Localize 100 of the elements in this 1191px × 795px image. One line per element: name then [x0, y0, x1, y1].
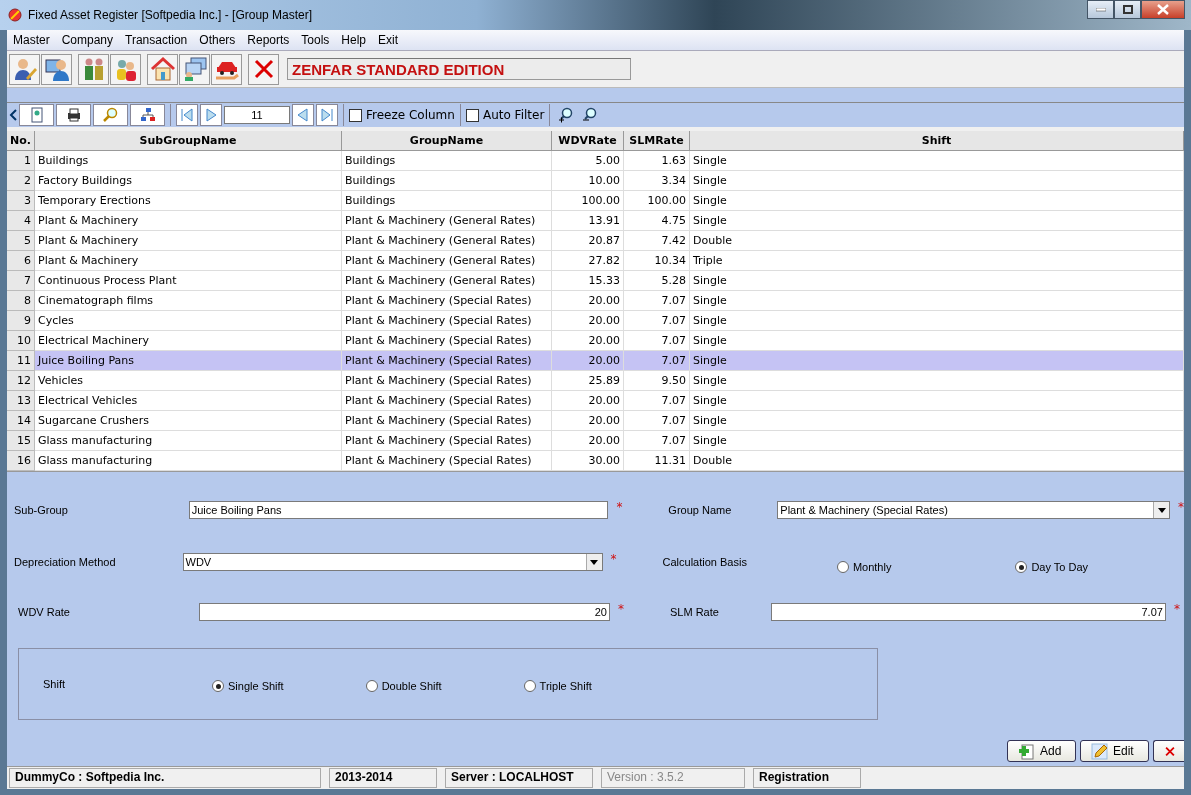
menu-item[interactable]: Help — [335, 33, 373, 47]
car-hand-button[interactable] — [211, 53, 242, 85]
radio-option[interactable]: Single Shift — [212, 680, 284, 692]
table-cell: Plant & Machinery — [35, 251, 342, 271]
last-record-button[interactable] — [316, 104, 338, 126]
table-cell: Single — [690, 291, 1184, 311]
previous-record-button[interactable] — [292, 104, 314, 126]
column-header[interactable]: Shift — [690, 131, 1184, 151]
menu-item[interactable]: Company — [55, 33, 120, 47]
record-field[interactable]: 11 — [224, 106, 290, 124]
house-icon — [149, 56, 176, 82]
table-row[interactable]: 6 Plant & Machinery Plant & Machinery (General Rates) 27.82 10.34 Triple — [7, 251, 1184, 271]
edit-button[interactable]: Edit — [1080, 740, 1149, 762]
table-cell: Plant & Machinery (General Rates) — [342, 231, 552, 251]
next-record-button[interactable] — [200, 104, 222, 126]
table-cell: Continuous Process Plant — [35, 271, 342, 291]
radio-option[interactable]: Triple Shift — [523, 680, 592, 692]
radio-button[interactable] — [1015, 561, 1028, 573]
menu-item[interactable]: Others — [193, 33, 242, 47]
checkbox-label[interactable]: Auto Filter — [465, 108, 545, 122]
window-title: Fixed Asset Register [Softpedia Inc.] - [Group Master] — [28, 8, 313, 22]
table-row[interactable]: 12 Vehicles Plant & Machinery (Special Rates) 25.89 9.50 Single — [7, 371, 1184, 391]
table-cell: Buildings — [342, 151, 552, 171]
wdv-rate-field[interactable]: 20 — [198, 603, 610, 621]
chevron-icon[interactable] — [9, 107, 17, 123]
status-panel: Server : LOCALHOST — [445, 768, 593, 788]
table-cell: Factory Buildings — [35, 171, 342, 191]
checkbox-label[interactable]: Freeze Column — [349, 108, 455, 122]
table-row[interactable]: 3 Temporary Erections Buildings 100.00 100.00 Single — [7, 191, 1184, 211]
printer-icon — [65, 107, 82, 123]
hierarchy-button[interactable] — [130, 104, 165, 126]
minimize-button[interactable] — [1087, 0, 1114, 19]
table-cell: Temporary Erections — [35, 191, 342, 211]
slm-rate-field[interactable]: 7.07 — [770, 603, 1166, 621]
table-row[interactable]: 11 Juice Boiling Pans Plant & Machinery (Special Rates) 20.00 7.07 Single — [7, 351, 1184, 371]
depreciation-method-dropdown[interactable]: WDV — [182, 553, 603, 571]
table-cell: Single — [690, 351, 1184, 371]
table-row[interactable]: 14 Sugarcane Crushers Plant & Machinery (Special Rates) 20.00 7.07 Single — [7, 411, 1184, 431]
radio-option[interactable]: Monthly — [836, 561, 892, 573]
menu-item[interactable]: Exit — [372, 33, 405, 47]
first-record-button[interactable] — [176, 104, 198, 126]
table-row[interactable]: 5 Plant & Machinery Plant & Machinery (General Rates) 20.87 7.42 Double — [7, 231, 1184, 251]
table-cell: 9.50 — [624, 371, 690, 391]
user-pencil-button[interactable] — [9, 53, 40, 85]
zoom-in-icon[interactable] — [558, 107, 575, 123]
checkbox[interactable] — [349, 108, 362, 122]
table-cell: 7.07 — [624, 351, 690, 371]
menu-item[interactable]: Tools — [295, 33, 336, 47]
close-button[interactable] — [1141, 0, 1185, 19]
house-button[interactable] — [147, 53, 178, 85]
column-header[interactable]: GroupName — [342, 131, 552, 151]
table-row[interactable]: 4 Plant & Machinery Plant & Machinery (General Rates) 13.91 4.75 Single — [7, 211, 1184, 231]
table-row[interactable]: 8 Cinematograph films Plant & Machinery (Special Rates) 20.00 7.07 Single — [7, 291, 1184, 311]
table-cell: 30.00 — [552, 451, 624, 471]
group-button[interactable] — [110, 53, 141, 85]
table-cell: 15.33 — [552, 271, 624, 291]
menu-item[interactable]: Transaction — [119, 33, 194, 47]
table-cell: Single — [690, 171, 1184, 191]
table-cell: Single — [690, 211, 1184, 231]
maximize-button[interactable] — [1114, 0, 1141, 19]
people-button[interactable] — [78, 53, 109, 85]
sub-group-field[interactable]: Juice Boiling Pans — [188, 501, 609, 519]
radio-option[interactable]: Double Shift — [365, 680, 442, 692]
table-cell: Plant & Machinery (Special Rates) — [342, 291, 552, 311]
search-icon — [102, 107, 119, 123]
column-header[interactable]: SLMRate — [624, 131, 690, 151]
row-number: 16 — [7, 451, 35, 471]
checkbox[interactable] — [465, 108, 479, 122]
radio-option[interactable]: Day To Day — [1015, 561, 1089, 573]
table-row[interactable]: 1 Buildings Buildings 5.00 1.63 Single — [7, 151, 1184, 171]
hierarchy-icon — [139, 107, 156, 123]
column-header[interactable]: No. — [7, 131, 35, 151]
menu-item[interactable]: Reports — [241, 33, 296, 47]
previous-record-icon — [296, 108, 310, 122]
table-row[interactable]: 7 Continuous Process Plant Plant & Machinery (General Rates) 15.33 5.28 Single — [7, 271, 1184, 291]
group-name-dropdown[interactable]: Plant & Machinery (Special Rates) — [777, 501, 1170, 519]
radio-button[interactable] — [523, 680, 536, 692]
radio-button[interactable] — [836, 561, 849, 573]
zoom-out-icon[interactable] — [582, 107, 599, 123]
close-button[interactable] — [248, 53, 279, 85]
menu-item[interactable]: Master — [7, 33, 56, 47]
table-cell: Single — [690, 411, 1184, 431]
radio-button[interactable] — [212, 680, 224, 692]
table-cell: 7.42 — [624, 231, 690, 251]
printer-button[interactable] — [56, 104, 91, 126]
column-header[interactable]: SubGroupName — [35, 131, 342, 151]
radio-button[interactable] — [365, 680, 378, 692]
table-cell: Plant & Machinery (General Rates) — [342, 251, 552, 271]
table-row[interactable]: 15 Glass manufacturing Plant & Machinery (Special Rates) 20.00 7.07 Single — [7, 431, 1184, 451]
add-button[interactable]: Add — [1007, 740, 1076, 762]
table-row[interactable]: 2 Factory Buildings Buildings 10.00 3.34 Single — [7, 171, 1184, 191]
delete-button[interactable] — [1153, 740, 1184, 762]
table-cell: Single — [690, 271, 1184, 291]
user-computer-button[interactable] — [41, 53, 72, 85]
table-row[interactable]: 9 Cycles Plant & Machinery (Special Rates) 20.00 7.07 Single — [7, 311, 1184, 331]
table-cell: 25.89 — [552, 371, 624, 391]
table-row[interactable]: 16 Glass manufacturing Plant & Machinery (Special Rates) 30.00 11.31 Double — [7, 451, 1184, 471]
column-header[interactable]: WDVRate — [552, 131, 624, 151]
row-number: 12 — [7, 371, 35, 391]
table-row[interactable]: 13 Electrical Vehicles Plant & Machinery (Special Rates) 20.00 7.07 Single — [7, 391, 1184, 411]
